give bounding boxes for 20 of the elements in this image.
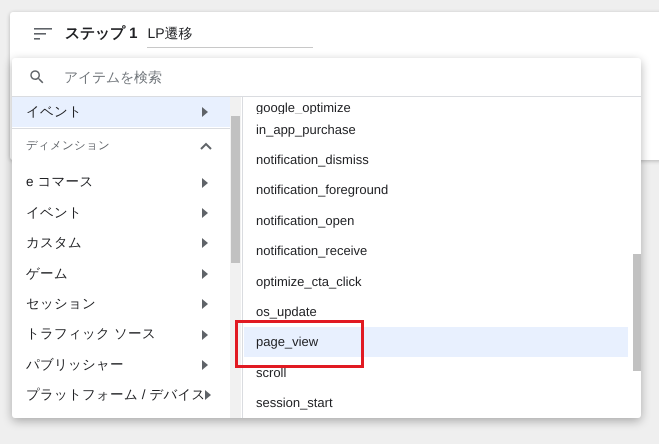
caret-right-icon [202,178,208,188]
chevron-up-icon [200,142,212,150]
step-name-field[interactable]: LP遷移 [146,20,313,48]
caret-right-icon [202,208,208,218]
caret-right-icon [202,330,208,340]
caret-right-icon [202,268,208,279]
section-header[interactable]: ディメンション [12,129,230,164]
sort-lines-icon [34,28,52,40]
search-icon [28,68,46,86]
event-item[interactable]: page_view [244,326,628,358]
scrollbar-thumb[interactable] [231,116,240,263]
step-label: ステップ 1 [65,24,138,44]
caret-right-icon [202,107,208,118]
caret-right-icon [202,299,208,310]
scrollbar-thumb[interactable] [633,254,641,371]
search-field[interactable]: アイテムを検索 [64,66,641,88]
category-item[interactable]: イベント [12,97,230,128]
caret-right-icon [202,360,208,370]
caret-right-icon [202,238,208,248]
caret-right-icon [205,390,212,400]
